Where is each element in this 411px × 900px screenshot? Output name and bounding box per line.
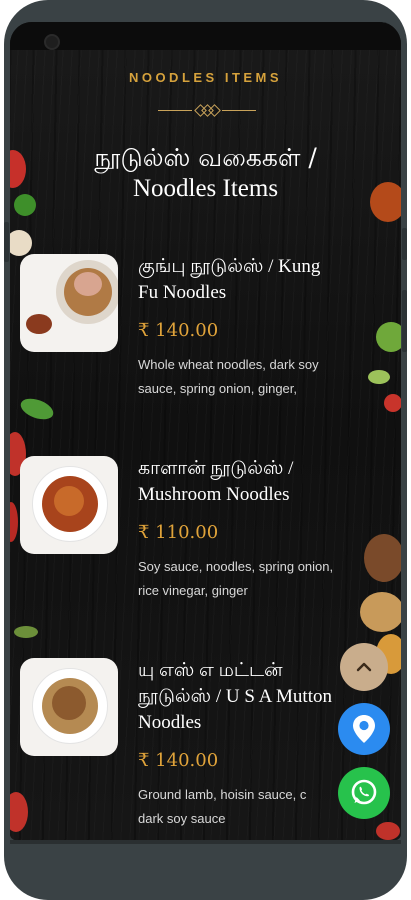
item-name: குங்பு நூடுல்ஸ் / Kung Fu Noodles	[138, 256, 321, 303]
page-title-english: Noodles Items	[132, 175, 279, 203]
phone-side-button	[402, 228, 407, 260]
app-screen: NOODLES ITEMS நூடுல்ஸ் வகைகள் / Noodles …	[10, 22, 401, 840]
location-button[interactable]	[338, 703, 390, 755]
section-label: NOODLES ITEMS	[128, 70, 283, 85]
item-price: ₹ 140.00	[138, 750, 219, 771]
whatsapp-button[interactable]	[338, 767, 390, 819]
page-title: நூடுல்ஸ் வகைகள் / Noodles Items	[10, 142, 401, 205]
item-price: ₹ 110.00	[138, 522, 219, 543]
dish-image	[20, 456, 118, 554]
phone-side-button	[4, 222, 9, 262]
ornamental-divider	[158, 102, 256, 120]
chevron-up-icon	[356, 662, 372, 672]
front-camera	[44, 34, 60, 50]
leaf-decoration	[14, 626, 38, 638]
item-name: காளான் நூடுல்ஸ் / Mushroom Noodles	[138, 458, 294, 505]
whatsapp-icon	[351, 779, 377, 805]
item-description: Whole wheat noodles, dark soy sauce, spr…	[138, 357, 319, 396]
item-price: ₹ 140.00	[138, 320, 219, 341]
screen-bottom-edge	[10, 840, 401, 844]
status-area	[10, 22, 401, 50]
dish-image	[20, 658, 118, 756]
scroll-to-top-button[interactable]	[340, 643, 388, 691]
phone-side-button	[402, 290, 407, 352]
page-title-tamil: நூடுல்ஸ் வகைகள் /	[94, 143, 317, 172]
map-pin-icon	[353, 715, 375, 743]
dish-image	[20, 254, 118, 352]
item-description: Soy sauce, noodles, spring onion, rice v…	[138, 559, 334, 598]
